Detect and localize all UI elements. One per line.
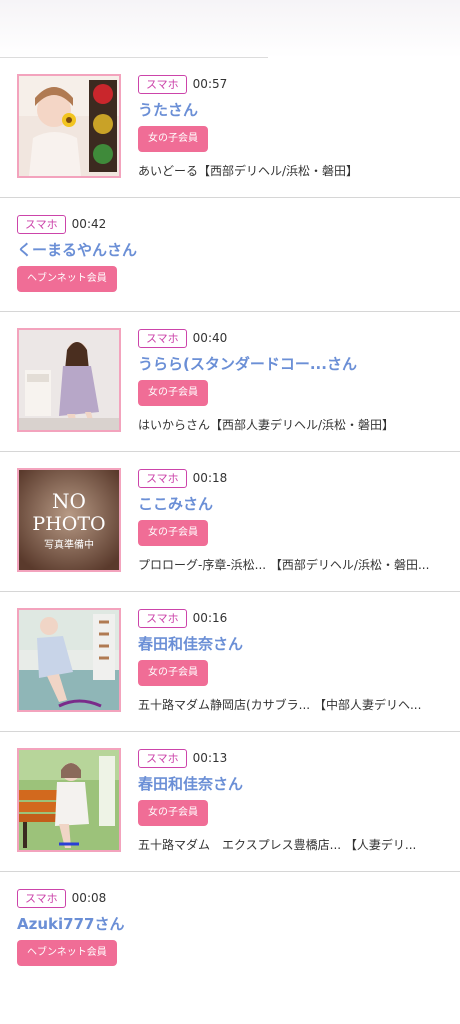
user-name-link[interactable]: うらら(スタンダードコー...さん [138, 354, 443, 374]
access-time: 00:13 [192, 751, 228, 765]
device-badge: スマホ [138, 748, 187, 768]
list-item[interactable]: スマホ 00:13 春田和佳奈さん 女の子会員 五十路マダム エクスプレス豊橋店… [0, 732, 460, 872]
access-time: 00:57 [192, 77, 228, 91]
no-photo-placeholder[interactable]: NO PHOTO 写真準備中 [17, 468, 121, 572]
entry-info: スマホ 00:57 うたさん 女の子会員 あいどーる【西部デリヘル/浜松・磐田】 [138, 74, 443, 179]
member-type-badge: 女の子会員 [138, 660, 208, 686]
profile-photo[interactable] [17, 74, 121, 178]
list-item[interactable]: スマホ 00:42 くーまるやんさん ヘブンネット会員 [0, 198, 460, 312]
shop-link[interactable]: あいどーる【西部デリヘル/浜松・磐田】 [138, 162, 443, 179]
device-badge: スマホ [138, 468, 187, 488]
entry-info: スマホ 00:08 Azuki777さん ヘブンネット会員 [17, 888, 124, 966]
member-type-badge: ヘブンネット会員 [17, 940, 117, 966]
member-type-badge: 女の子会員 [138, 380, 208, 406]
list-item[interactable]: スマホ 00:16 春田和佳奈さん 女の子会員 五十路マダム静岡店(カサブラ..… [0, 592, 460, 732]
access-time: 00:18 [192, 471, 228, 485]
no-photo-text-2: PHOTO [32, 513, 105, 535]
member-type-badge: 女の子会員 [138, 520, 208, 546]
meta-row: スマホ 00:40 [138, 328, 443, 348]
top-background [0, 0, 460, 58]
user-name-link[interactable]: うたさん [138, 100, 443, 120]
entry-info: スマホ 00:18 ここみさん 女の子会員 プロローグ-序章-浜松... 【西部… [138, 468, 443, 573]
meta-row: スマホ 00:08 [17, 888, 124, 908]
user-name-link[interactable]: Azuki777さん [17, 914, 124, 934]
profile-photo[interactable] [17, 328, 121, 432]
no-photo-text-1: NO [52, 489, 86, 513]
access-time: 00:40 [192, 331, 228, 345]
access-time: 00:42 [71, 217, 107, 231]
list-item[interactable]: スマホ 00:08 Azuki777さん ヘブンネット会員 [0, 872, 460, 986]
meta-row: スマホ 00:18 [138, 468, 443, 488]
user-name-link[interactable]: 春田和佳奈さん [138, 774, 443, 794]
shop-link[interactable]: はいからさん【西部人妻デリヘル/浜松・磐田】 [138, 416, 443, 433]
user-name-link[interactable]: 春田和佳奈さん [138, 634, 443, 654]
member-type-badge: 女の子会員 [138, 800, 208, 826]
entry-info: スマホ 00:40 うらら(スタンダードコー...さん 女の子会員 はいからさん… [138, 328, 443, 433]
device-badge: スマホ [138, 74, 187, 94]
member-type-badge: ヘブンネット会員 [17, 266, 117, 292]
profile-photo[interactable] [17, 608, 121, 712]
entry-info: スマホ 00:16 春田和佳奈さん 女の子会員 五十路マダム静岡店(カサブラ..… [138, 608, 443, 713]
list-item[interactable]: NO PHOTO 写真準備中 スマホ 00:18 ここみさん 女の子会員 プロロ… [0, 452, 460, 592]
access-time: 00:16 [192, 611, 228, 625]
meta-row: スマホ 00:57 [138, 74, 443, 94]
member-type-badge: 女の子会員 [138, 126, 208, 152]
list-item[interactable]: スマホ 00:57 うたさん 女の子会員 あいどーる【西部デリヘル/浜松・磐田】 [0, 58, 460, 198]
shop-link[interactable]: 五十路マダム静岡店(カサブラ... 【中部人妻デリヘ... [138, 696, 443, 713]
access-list: スマホ 00:57 うたさん 女の子会員 あいどーる【西部デリヘル/浜松・磐田】… [0, 58, 460, 986]
entry-info: スマホ 00:13 春田和佳奈さん 女の子会員 五十路マダム エクスプレス豊橋店… [138, 748, 443, 853]
meta-row: スマホ 00:16 [138, 608, 443, 628]
meta-row: スマホ 00:13 [138, 748, 443, 768]
device-badge: スマホ [17, 214, 66, 234]
device-badge: スマホ [138, 328, 187, 348]
meta-row: スマホ 00:42 [17, 214, 137, 234]
access-time: 00:08 [71, 891, 107, 905]
shop-link[interactable]: プロローグ-序章-浜松... 【西部デリヘル/浜松・磐田... [138, 556, 443, 573]
no-photo-text-3: 写真準備中 [44, 538, 94, 551]
profile-photo[interactable] [17, 748, 121, 852]
user-name-link[interactable]: ここみさん [138, 494, 443, 514]
device-badge: スマホ [17, 888, 66, 908]
list-item[interactable]: スマホ 00:40 うらら(スタンダードコー...さん 女の子会員 はいからさん… [0, 312, 460, 452]
user-name-link[interactable]: くーまるやんさん [17, 240, 137, 260]
shop-link[interactable]: 五十路マダム エクスプレス豊橋店... 【人妻デリ... [138, 836, 443, 853]
device-badge: スマホ [138, 608, 187, 628]
entry-info: スマホ 00:42 くーまるやんさん ヘブンネット会員 [17, 214, 137, 292]
